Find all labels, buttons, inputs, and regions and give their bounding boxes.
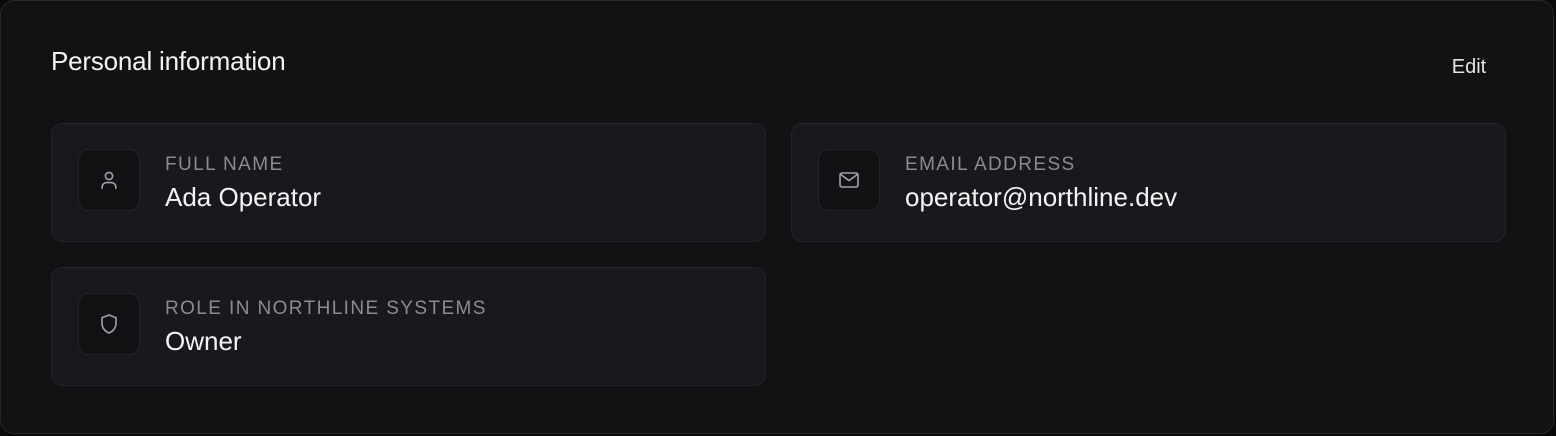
user-icon xyxy=(78,149,140,211)
shield-icon xyxy=(78,293,140,355)
mail-icon xyxy=(818,149,880,211)
email-address-card: Email address operator@northline.dev xyxy=(791,123,1506,242)
full-name-label: Full name xyxy=(165,154,284,175)
email-address-value: operator@northline.dev xyxy=(905,182,1178,212)
role-card: Role in Northline Systems Owner xyxy=(51,267,766,386)
full-name-card: Full name Ada Operator xyxy=(51,123,766,242)
email-address-label: Email address xyxy=(905,154,1076,175)
role-label: Role in Northline Systems xyxy=(165,298,487,319)
role-value: Owner xyxy=(165,326,242,356)
full-name-value: Ada Operator xyxy=(165,182,322,212)
edit-button[interactable]: Edit xyxy=(1433,51,1505,83)
personal-information-panel: Personal information Edit Full name Ada … xyxy=(0,0,1554,434)
section-title: Personal information xyxy=(51,46,286,76)
